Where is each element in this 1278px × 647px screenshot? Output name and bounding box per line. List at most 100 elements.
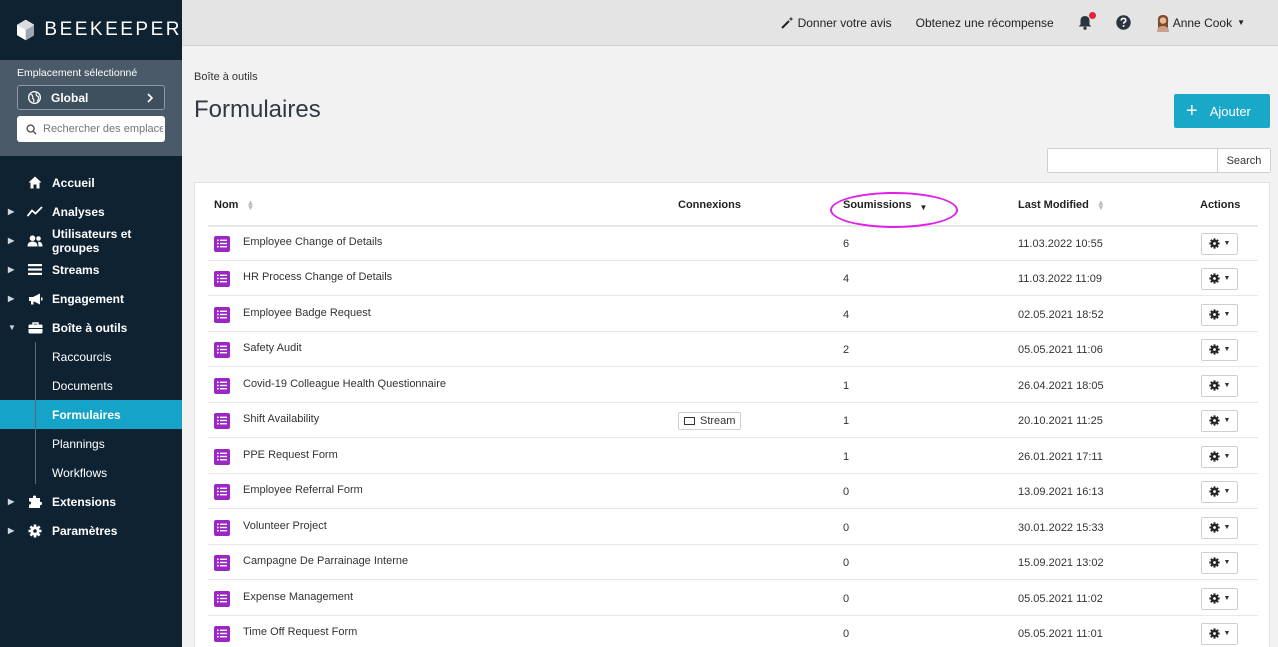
location-selector[interactable]: Global <box>17 85 165 110</box>
table-row[interactable]: Safety Audit 2 05.05.2021 11:06 ▼ <box>208 332 1258 367</box>
column-label: Actions <box>1200 199 1241 211</box>
table-row[interactable]: Employee Referral Form 0 13.09.2021 16:13 ▼ <box>208 474 1258 509</box>
column-last-modified[interactable]: Last Modified ▲ ▼ <box>1018 198 1105 212</box>
form-type-icon <box>214 226 230 261</box>
form-name[interactable]: Safety Audit <box>243 330 302 365</box>
feedback-link[interactable]: Donner votre avis <box>780 16 892 30</box>
actions-dropdown-button[interactable]: ▼ <box>1201 445 1238 468</box>
caret-right-icon: ▶ <box>8 207 15 216</box>
table-row[interactable]: Shift Availability Stream 1 20.10.2021 11:2… <box>208 403 1258 438</box>
location-search[interactable] <box>17 116 165 142</box>
notifications-button[interactable] <box>1078 12 1096 30</box>
caret-down-icon: ▼ <box>1223 311 1231 318</box>
sidebar-item-label: Workflows <box>52 465 108 480</box>
actions-dropdown-button[interactable]: ▼ <box>1201 622 1238 645</box>
location-panel: Emplacement sélectionné Global <box>0 60 182 156</box>
table-row[interactable]: Volunteer Project 0 30.01.2022 15:33 ▼ <box>208 510 1258 545</box>
form-name[interactable]: Expense Management <box>243 579 353 614</box>
actions-dropdown-button[interactable]: ▼ <box>1201 587 1238 610</box>
form-name[interactable]: Covid-19 Colleague Health Questionnaire <box>243 366 446 401</box>
search-icon <box>26 123 37 135</box>
table-row[interactable]: PPE Request Form 1 26.01.2021 17:11 ▼ <box>208 439 1258 474</box>
sidebar-item-documents[interactable]: Documents <box>0 371 182 400</box>
submissions-count: 0 <box>843 521 850 534</box>
table-row[interactable]: HR Process Change of Details 4 11.03.2022 … <box>208 261 1258 296</box>
sidebar-item-label: Accueil <box>52 175 95 190</box>
help-button[interactable] <box>1116 15 1131 30</box>
actions-dropdown-button[interactable]: ▼ <box>1201 338 1238 361</box>
add-button[interactable]: + Ajouter <box>1174 94 1270 128</box>
sidebar-item-label: Formulaires <box>52 407 121 422</box>
forms-table-card: Nom ▲ ▼ Connexions Soumissions ▲ ▼ Last Mo… <box>194 182 1270 647</box>
location-search-input[interactable] <box>43 123 163 135</box>
last-modified: 02.05.2021 18:52 <box>1018 308 1104 321</box>
sidebar-item-label: Boîte à outils <box>52 320 128 335</box>
sidebar-item-engagement[interactable]: ▶ Engagement <box>0 284 182 313</box>
sidebar-item-utilisateurs[interactable]: ▶ Utilisateurs et groupes <box>0 226 182 255</box>
users-icon <box>27 233 43 249</box>
sidebar-item-streams[interactable]: ▶ Streams <box>0 255 182 284</box>
table-row[interactable]: Employee Badge Request 4 02.05.2021 18:52 ▼ <box>208 297 1258 332</box>
actions-dropdown-button[interactable]: ▼ <box>1201 551 1238 574</box>
actions-cell: ▼ <box>1201 545 1238 580</box>
sidebar-item-plannings[interactable]: Plannings <box>0 429 182 458</box>
actions-dropdown-button[interactable]: ▼ <box>1201 374 1238 397</box>
sidebar-item-extensions[interactable]: ▶ Extensions <box>0 487 182 516</box>
table-row[interactable]: Time Off Request Form 0 05.05.2021 11:01 ▼ <box>208 616 1258 647</box>
notification-dot <box>1088 12 1096 19</box>
form-name[interactable]: PPE Request Form <box>243 437 338 472</box>
form-name[interactable]: Time Off Request Form <box>243 614 357 647</box>
form-name[interactable]: Shift Availability <box>243 401 319 436</box>
form-name[interactable]: HR Process Change of Details <box>243 259 392 294</box>
sidebar-item-raccourcis[interactable]: Raccourcis <box>0 342 182 371</box>
actions-dropdown-button[interactable]: ▼ <box>1201 409 1238 432</box>
sidebar-item-analyses[interactable]: ▶ Analyses <box>0 197 182 226</box>
submissions-count: 4 <box>843 272 850 285</box>
actions-dropdown-button[interactable]: ▼ <box>1201 303 1238 326</box>
form-type-icon <box>214 403 230 438</box>
caret-down-icon: ▼ <box>8 323 16 332</box>
sidebar-item-boite-a-outils[interactable]: ▼ Boîte à outils <box>0 313 182 342</box>
form-type-icon <box>214 616 230 647</box>
form-name[interactable]: Volunteer Project <box>243 508 327 543</box>
actions-dropdown-button[interactable]: ▼ <box>1201 480 1238 503</box>
breadcrumb[interactable]: Boîte à outils <box>194 71 258 83</box>
sidebar-item-workflows[interactable]: Workflows <box>0 458 182 487</box>
reward-link[interactable]: Obtenez une récompense <box>916 16 1054 30</box>
table-row[interactable]: Employee Change of Details 6 11.03.2022 10… <box>208 226 1258 261</box>
last-modified: 05.05.2021 11:02 <box>1018 592 1103 605</box>
sidebar-item-accueil[interactable]: Accueil <box>0 168 182 197</box>
form-name[interactable]: Employee Badge Request <box>243 295 371 330</box>
table-row[interactable]: Covid-19 Colleague Health Questionnaire 1… <box>208 368 1258 403</box>
form-type-icon <box>214 332 230 367</box>
sidebar-item-label: Extensions <box>52 494 117 509</box>
sidebar-item-formulaires[interactable]: Formulaires <box>0 400 182 429</box>
stream-tag[interactable]: Stream <box>678 411 742 430</box>
brand[interactable]: BEEKEEPER <box>0 0 182 60</box>
table-row[interactable]: Campagne De Parrainage Interne 0 15.09.202… <box>208 545 1258 580</box>
user-menu[interactable]: Anne Cook ▼ <box>1155 14 1245 32</box>
caret-right-icon: ▶ <box>8 236 15 245</box>
column-label: Connexions <box>678 199 741 211</box>
table-row[interactable]: Expense Management 0 05.05.2021 11:02 ▼ <box>208 581 1258 616</box>
actions-dropdown-button[interactable]: ▼ <box>1201 232 1238 255</box>
actions-dropdown-button[interactable]: ▼ <box>1201 267 1238 290</box>
column-name[interactable]: Nom ▲ ▼ <box>214 198 254 212</box>
highlight-ellipse <box>830 192 958 228</box>
caret-down-icon: ▼ <box>1223 488 1231 495</box>
form-name[interactable]: Campagne De Parrainage Interne <box>243 543 408 578</box>
search-button[interactable]: Search <box>1217 149 1270 172</box>
actions-dropdown-button[interactable]: ▼ <box>1201 516 1238 539</box>
form-type-icon <box>214 581 230 616</box>
last-modified: 26.04.2021 18:05 <box>1018 379 1104 392</box>
form-name[interactable]: Employee Change of Details <box>243 224 382 259</box>
sidebar-item-label: Paramètres <box>52 523 118 538</box>
sort-icon: ▲ ▼ <box>246 198 255 212</box>
form-name[interactable]: Employee Referral Form <box>243 472 363 507</box>
column-actions: Actions <box>1200 198 1240 212</box>
form-type-icon <box>214 474 230 509</box>
caret-right-icon: ▶ <box>8 497 15 506</box>
sidebar-item-parametres[interactable]: ▶ Paramètres <box>0 516 182 545</box>
search-input[interactable] <box>1048 149 1217 172</box>
submissions-count: 1 <box>843 379 850 392</box>
